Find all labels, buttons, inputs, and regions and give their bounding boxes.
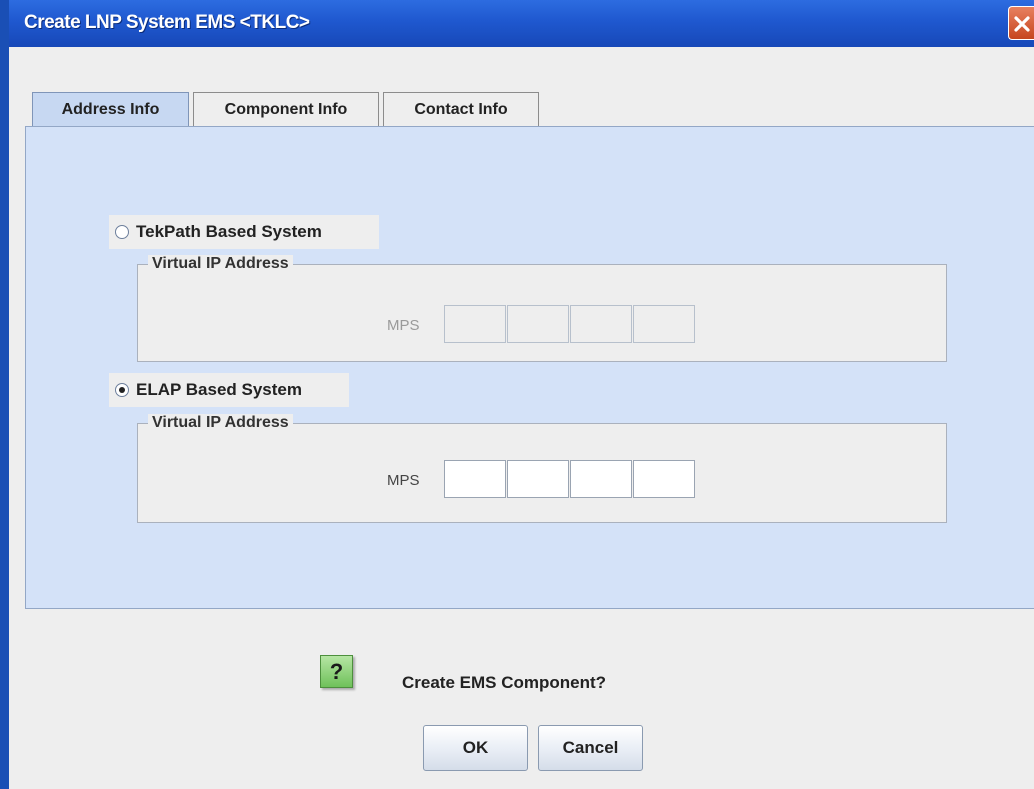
elap-virtual-ip-group: Virtual IP Address MPS (137, 414, 947, 523)
window-title: Create LNP System EMS <TKLC> (24, 12, 310, 33)
radio-checked-icon (115, 383, 129, 397)
elap-ip-octet-3[interactable] (570, 460, 632, 498)
elap-label: ELAP Based System (136, 380, 302, 399)
tekpath-ip-octet-3 (570, 305, 632, 343)
tekpath-ip-octet-4 (633, 305, 695, 343)
radio-unchecked-icon (115, 225, 129, 239)
tab-label: Contact Info (414, 100, 508, 118)
tekpath-ip-octet-2 (507, 305, 569, 343)
elap-radio[interactable]: ELAP Based System (109, 373, 349, 407)
tab-label: Component Info (224, 100, 348, 118)
tekpath-ip-octet-1 (444, 305, 506, 343)
ok-button[interactable]: OK (423, 725, 528, 771)
elap-ip-octet-4[interactable] (633, 460, 695, 498)
group-title: Virtual IP Address (148, 255, 293, 273)
ok-button-label: OK (462, 738, 489, 757)
tab-component-info[interactable]: Component Info (193, 92, 379, 126)
group-title: Virtual IP Address (148, 414, 293, 432)
mps-label: MPS (387, 317, 420, 334)
close-button[interactable] (1008, 6, 1034, 40)
window-left-border (0, 0, 9, 789)
tekpath-radio[interactable]: TekPath Based System (109, 215, 379, 249)
elap-ip-octet-1[interactable] (444, 460, 506, 498)
prompt-text: Create EMS Component? (402, 673, 607, 692)
tab-label: Address Info (61, 101, 160, 118)
cancel-button[interactable]: Cancel (538, 725, 643, 771)
question-glyph: ? (329, 658, 344, 684)
cancel-button-label: Cancel (562, 738, 619, 757)
tab-contact-info[interactable]: Contact Info (383, 92, 539, 126)
tekpath-label: TekPath Based System (136, 222, 322, 241)
title-bar[interactable]: Create LNP System EMS <TKLC> (9, 0, 1034, 47)
close-icon (1014, 16, 1030, 32)
mps-label: MPS (387, 472, 420, 489)
address-info-panel: TekPath Based System Virtual IP Address … (25, 126, 1034, 609)
question-icon: ? (320, 655, 353, 688)
elap-ip-octet-2[interactable] (507, 460, 569, 498)
tab-address-info[interactable]: Address Info (32, 92, 189, 127)
tekpath-virtual-ip-group: Virtual IP Address MPS (137, 255, 947, 362)
